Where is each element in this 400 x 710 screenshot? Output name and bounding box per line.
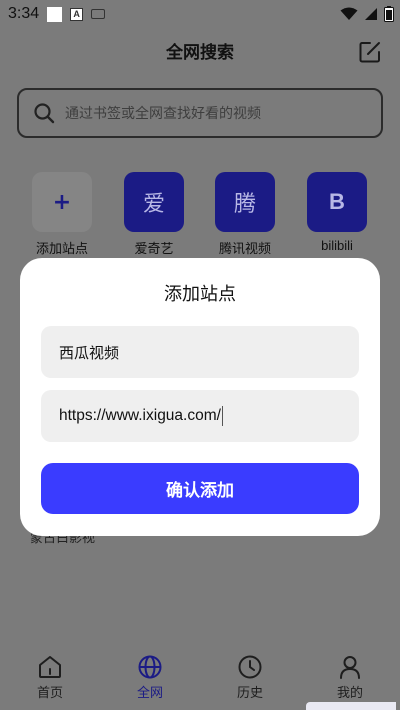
a-notification-icon: A — [70, 7, 84, 21]
site-label: 爱奇艺 — [134, 242, 174, 257]
nav-item-all[interactable]: 全网 — [110, 648, 190, 701]
site-name-value: 西瓜视频 — [59, 343, 120, 362]
add-site-shortcut[interactable]: + 添加站点 — [22, 172, 102, 257]
confirm-add-button[interactable]: 确认添加 — [41, 463, 359, 514]
site-icon: 爱 — [124, 172, 184, 232]
nav-item-mine[interactable]: 我的 — [310, 648, 390, 701]
user-icon — [340, 656, 360, 679]
site-url-input[interactable]: https://www.ixigua.com/ — [41, 390, 359, 442]
nav-label: 首页 — [36, 686, 63, 701]
site-label: 腾讯视频 — [218, 242, 271, 257]
site-label: 添加站点 — [35, 242, 88, 257]
wifi-icon — [340, 7, 358, 20]
site-icon: 腾 — [215, 172, 275, 232]
site-tencent-video[interactable]: 腾 腾讯视频 — [205, 172, 285, 257]
nav-label: 我的 — [336, 686, 363, 701]
search-icon — [34, 103, 55, 124]
site-shortcuts: + 添加站点 爱 爱奇艺 腾 腾讯视频 B bilibili — [0, 172, 400, 262]
header: 全网搜索 — [0, 32, 400, 70]
nav-item-home[interactable]: 首页 — [10, 648, 90, 701]
site-name-input[interactable]: 西瓜视频 — [41, 326, 359, 378]
nav-label: 历史 — [236, 686, 263, 701]
dialog-title: 添加站点 — [164, 284, 236, 305]
status-bar: 3:34 A — [0, 0, 400, 28]
edit-icon[interactable] — [358, 40, 382, 64]
signal-icon — [365, 8, 377, 20]
clock-icon — [238, 655, 262, 679]
nav-item-history[interactable]: 历史 — [210, 648, 290, 701]
search-placeholder: 通过书签或全网查找好看的视频 — [65, 106, 261, 122]
site-icon: B — [307, 172, 367, 232]
site-iqiyi[interactable]: 爱 爱奇艺 — [114, 172, 194, 257]
site-url-value: https://www.ixigua.com/ — [59, 407, 221, 424]
nav-label: 全网 — [136, 686, 163, 701]
add-site-dialog: 添加站点 西瓜视频 https://www.ixigua.com/ 确认添加 — [20, 258, 380, 536]
status-time: 3:34 — [8, 5, 40, 22]
ime-toolbar-strip — [306, 702, 396, 710]
battery-icon — [384, 6, 394, 22]
keyboard-icon — [91, 9, 106, 19]
notification-square-icon — [47, 6, 63, 22]
home-icon — [39, 656, 61, 678]
globe-icon — [138, 655, 162, 679]
text-cursor — [221, 406, 223, 426]
site-bilibili[interactable]: B bilibili — [297, 172, 377, 253]
bottom-nav: 首页 全网 历史 我的 — [0, 648, 400, 710]
search-input[interactable]: 通过书签或全网查找好看的视频 — [17, 88, 383, 138]
plus-icon: + — [32, 172, 92, 232]
page-title: 全网搜索 — [166, 43, 234, 63]
site-label: bilibili — [321, 238, 353, 253]
